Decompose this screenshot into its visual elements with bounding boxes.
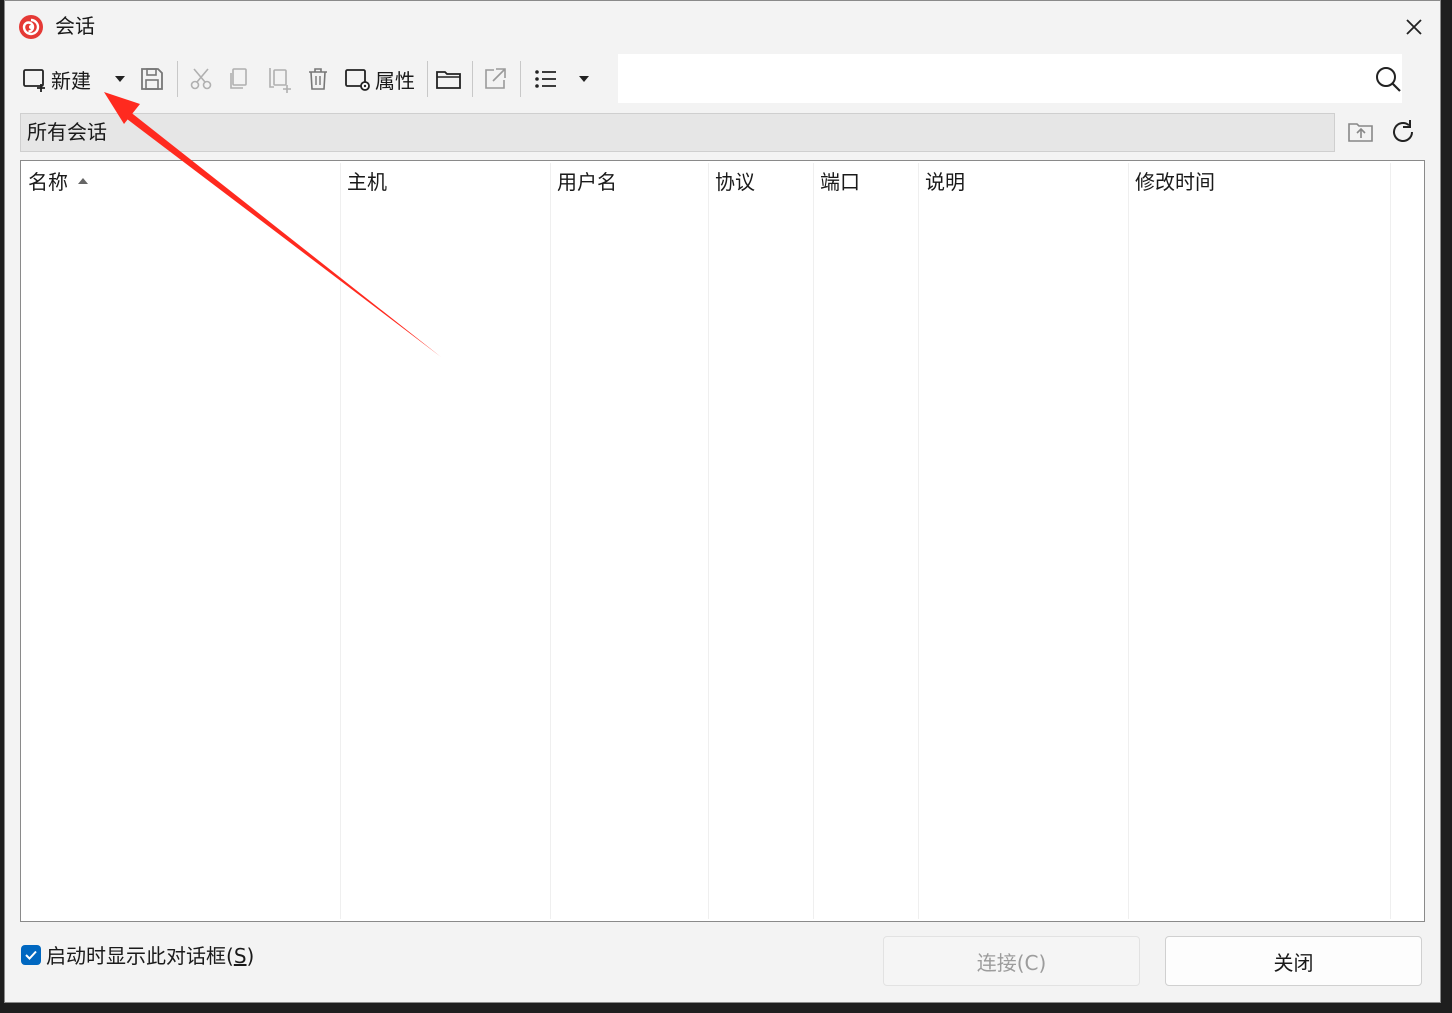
- delete-button[interactable]: [304, 57, 332, 101]
- column-divider: [813, 163, 814, 919]
- open-folder-icon: [436, 71, 461, 89]
- cut-icon: [190, 68, 212, 90]
- startup-label-prefix: 启动时显示此对话框(: [46, 944, 234, 968]
- show-on-startup-label[interactable]: 启动时显示此对话框(S): [46, 942, 254, 970]
- parent-folder-icon[interactable]: [1346, 117, 1376, 147]
- sort-ascending-icon: [78, 177, 88, 184]
- column-header-port[interactable]: 端口: [820, 169, 860, 195]
- view-dropdown-button[interactable]: [577, 57, 591, 101]
- show-on-startup-checkbox[interactable]: [21, 945, 41, 965]
- properties-icon: [345, 69, 370, 91]
- column-divider: [1390, 163, 1391, 919]
- export-button[interactable]: [481, 57, 509, 101]
- view-dropdown-icon: [579, 76, 589, 82]
- new-session-button[interactable]: 新建: [21, 57, 91, 101]
- new-dropdown-button[interactable]: [113, 57, 127, 101]
- save-icon: [141, 68, 163, 90]
- dropdown-arrow-icon: [115, 76, 125, 82]
- column-header-username[interactable]: 用户名: [557, 169, 617, 195]
- toolbar: 新建 属性: [19, 57, 629, 101]
- column-divider: [918, 163, 919, 919]
- properties-label: 属性: [375, 68, 415, 93]
- search-icon[interactable]: [1373, 64, 1403, 94]
- delete-icon: [309, 68, 327, 90]
- column-divider: [1128, 163, 1129, 919]
- close-button[interactable]: 关闭: [1165, 936, 1422, 986]
- search-input[interactable]: [618, 54, 1402, 103]
- export-icon: [485, 68, 506, 89]
- column-header-modified-time[interactable]: 修改时间: [1135, 169, 1215, 195]
- column-header-name-label: 名称: [28, 170, 68, 194]
- session-list[interactable]: 名称 主机 用户名 协议 端口 说明 修改时间: [20, 160, 1425, 922]
- toolbar-separator: [177, 61, 178, 97]
- column-divider: [550, 163, 551, 919]
- paste-icon: [269, 68, 291, 93]
- path-bar[interactable]: 所有会话: [20, 113, 1335, 152]
- paste-button[interactable]: [265, 57, 295, 101]
- view-mode-button[interactable]: [532, 57, 560, 101]
- column-header-description[interactable]: 说明: [925, 169, 965, 195]
- connect-button[interactable]: 连接(C): [883, 936, 1140, 986]
- copy-button[interactable]: [225, 57, 253, 101]
- current-folder-label: 所有会话: [27, 120, 107, 144]
- new-session-icon: [23, 69, 45, 92]
- properties-button[interactable]: 属性: [343, 57, 415, 101]
- startup-accelerator-key: S: [233, 944, 247, 968]
- sessions-dialog: 会话 新建 属性 所有会话 名称 主机 用户名 协议 端口 说明 修改时间 启动…: [4, 0, 1441, 1003]
- new-session-label: 新建: [51, 68, 91, 93]
- window-title: 会话: [55, 14, 95, 38]
- title-bar: 会话: [5, 1, 1440, 51]
- startup-label-suffix: ): [246, 944, 255, 968]
- xshell-shell-logo: [19, 15, 43, 39]
- toolbar-separator: [427, 61, 428, 97]
- toolbar-separator: [520, 61, 521, 97]
- column-divider: [708, 163, 709, 919]
- copy-icon: [230, 68, 247, 89]
- column-divider: [340, 163, 341, 919]
- save-button[interactable]: [138, 57, 166, 101]
- close-window-icon[interactable]: [1400, 13, 1428, 41]
- refresh-icon[interactable]: [1388, 117, 1418, 147]
- column-header-name[interactable]: 名称: [28, 169, 88, 195]
- cut-button[interactable]: [187, 57, 215, 101]
- open-folder-button[interactable]: [434, 57, 464, 101]
- list-view-icon: [535, 70, 556, 88]
- column-header-protocol[interactable]: 协议: [715, 169, 755, 195]
- toolbar-separator: [472, 61, 473, 97]
- column-header-host[interactable]: 主机: [347, 169, 387, 195]
